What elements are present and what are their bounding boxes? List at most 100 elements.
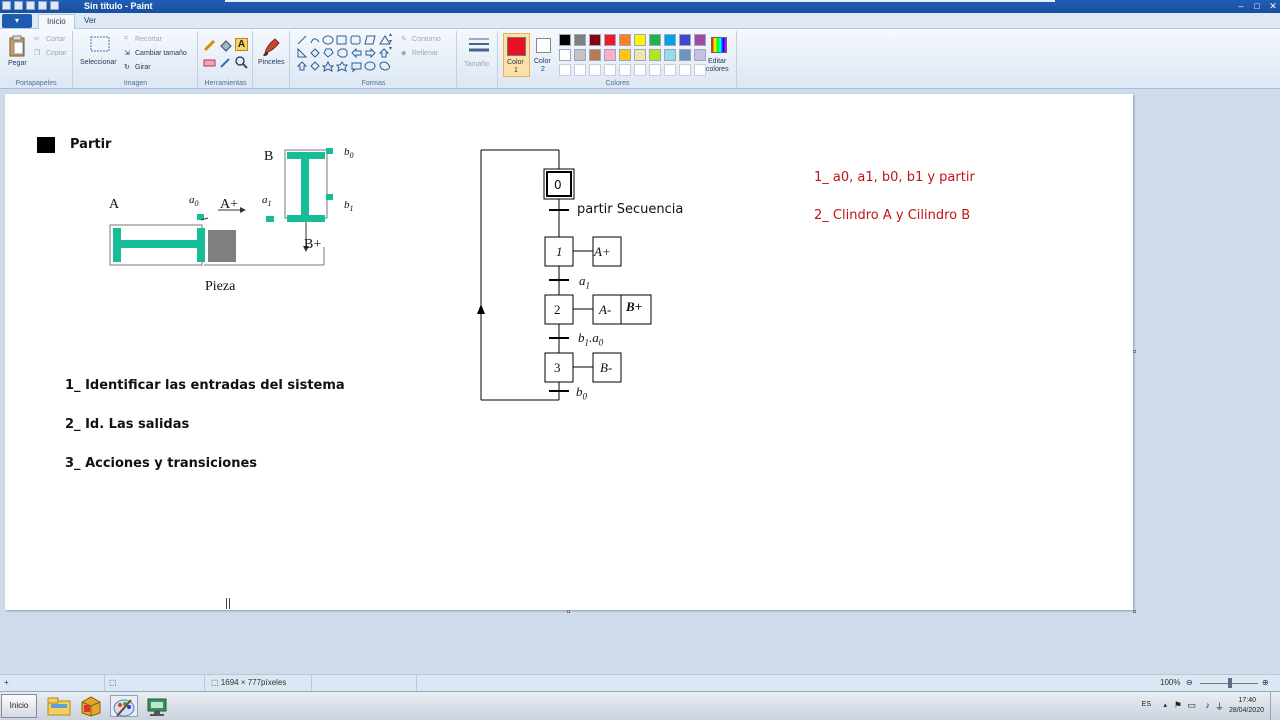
grafcet-action-3: B- xyxy=(600,360,613,375)
crop-button[interactable]: ⌗ Recortar xyxy=(124,35,194,46)
undo-icon[interactable] xyxy=(26,1,35,10)
grafcet-diagram xyxy=(477,149,652,401)
color-picker-icon[interactable] xyxy=(219,56,232,69)
label-a-plus: A+ xyxy=(220,197,239,212)
palette-swatch[interactable] xyxy=(589,49,601,61)
size-button[interactable]: Tamaño xyxy=(462,33,494,75)
file-explorer-icon[interactable] xyxy=(46,695,74,717)
cut-button[interactable]: ✂ Cortar xyxy=(34,35,72,46)
brushes-button[interactable]: Pinceles xyxy=(256,33,288,75)
shapes-scroll-icon[interactable]: ▴ ▾ ▾ xyxy=(389,31,395,52)
maximize-icon[interactable]: □ xyxy=(1252,1,1262,11)
label-a1: a1 xyxy=(262,194,272,209)
package-app-icon[interactable] xyxy=(78,695,106,717)
zoom-out-icon[interactable]: ⊖ xyxy=(1186,675,1193,691)
label-b0: b0 xyxy=(344,146,354,161)
ribbon-tabs: ▾ Inicio Ver xyxy=(0,13,1280,29)
palette-swatch[interactable] xyxy=(634,49,646,61)
grafcet-step-2: 2 xyxy=(554,302,561,317)
palette-swatch[interactable] xyxy=(664,34,676,46)
display-icon[interactable]: ▭ xyxy=(1187,700,1196,711)
palette-swatch[interactable] xyxy=(574,49,586,61)
palette-swatch[interactable] xyxy=(574,64,586,76)
minimize-icon[interactable]: – xyxy=(1236,1,1246,11)
save-icon[interactable] xyxy=(14,1,23,10)
palette-swatch[interactable] xyxy=(649,34,661,46)
paste-label: Pegar xyxy=(8,60,27,67)
palette-swatch[interactable] xyxy=(634,64,646,76)
palette-swatch[interactable] xyxy=(604,64,616,76)
select-icon xyxy=(90,36,110,52)
show-desktop-button[interactable] xyxy=(1270,692,1280,720)
zoom-in-icon[interactable]: ⊕ xyxy=(1262,675,1269,691)
palette-swatch[interactable] xyxy=(634,34,646,46)
start-button[interactable]: Inicio xyxy=(1,694,37,718)
palette-swatch[interactable] xyxy=(679,34,691,46)
palette-swatch[interactable] xyxy=(619,34,631,46)
select-button[interactable]: Seleccionar xyxy=(78,33,118,75)
network-icon[interactable]: ⚑ xyxy=(1174,700,1182,711)
zoom-slider-thumb[interactable] xyxy=(1228,678,1232,688)
language-indicator[interactable]: ES xyxy=(1142,701,1151,708)
step-item-3: 3_ Acciones y transiciones xyxy=(65,456,258,471)
fill-button[interactable]: ◆ Rellenar xyxy=(401,49,457,60)
edit-colors-button[interactable]: Editar colores xyxy=(703,33,735,77)
palette-swatch[interactable] xyxy=(559,49,571,61)
tray-expand-icon[interactable]: ▴ xyxy=(1163,701,1167,709)
label-b1: b1 xyxy=(344,199,354,214)
palette-swatch[interactable] xyxy=(559,34,571,46)
rotate-button[interactable]: ↻ Girar xyxy=(124,63,184,74)
eraser-icon[interactable] xyxy=(203,56,216,69)
tab-ver[interactable]: Ver xyxy=(76,14,104,29)
canvas-size-text: 1694 × 777píxeles xyxy=(220,678,287,687)
color-spectrum-icon xyxy=(711,37,727,53)
palette-swatch[interactable] xyxy=(604,49,616,61)
palette-swatch[interactable] xyxy=(664,49,676,61)
tab-inicio[interactable]: Inicio xyxy=(38,14,75,29)
network-app-icon[interactable] xyxy=(144,695,172,717)
copy-button[interactable]: ❐ Copiar xyxy=(34,49,72,60)
resize-handle-bottom[interactable] xyxy=(567,610,570,613)
usb-icon[interactable]: ⏚ xyxy=(1215,700,1224,713)
palette-swatch[interactable] xyxy=(649,49,661,61)
palette-swatch[interactable] xyxy=(574,34,586,46)
palette-swatch[interactable] xyxy=(589,64,601,76)
palette-swatch[interactable] xyxy=(649,64,661,76)
resize-handle-right[interactable] xyxy=(1133,350,1136,353)
pencil-icon[interactable] xyxy=(203,39,216,52)
paint-app-icon[interactable] xyxy=(2,1,11,10)
color2-button[interactable]: Color 2 xyxy=(532,33,556,77)
palette-swatch[interactable] xyxy=(559,64,571,76)
paste-button[interactable]: Pegar xyxy=(4,33,32,73)
group-tamano: Tamaño xyxy=(458,31,498,88)
volume-icon[interactable]: ♪ xyxy=(1206,700,1211,710)
magnifier-icon[interactable] xyxy=(235,56,248,69)
palette-swatch[interactable] xyxy=(619,49,631,61)
palette-swatch[interactable] xyxy=(679,49,691,61)
paint-menu-button[interactable]: ▾ xyxy=(2,14,32,28)
redo-icon[interactable] xyxy=(38,1,47,10)
palette-swatch[interactable] xyxy=(664,64,676,76)
palette-swatch[interactable] xyxy=(604,34,616,46)
resize-handle-corner[interactable] xyxy=(1133,610,1136,613)
close-icon[interactable]: ✕ xyxy=(1268,1,1278,11)
fill-bucket-icon[interactable] xyxy=(219,39,232,52)
clock-time[interactable]: 17:40 xyxy=(1238,697,1256,704)
customize-toolbar-icon[interactable] xyxy=(50,1,59,10)
color1-button[interactable]: Color 1 xyxy=(503,33,530,77)
label-a0: a0 xyxy=(189,194,199,209)
black-square xyxy=(37,137,55,153)
paint-taskbar-icon[interactable] xyxy=(110,695,138,717)
label-cylinder-a: A xyxy=(109,197,120,212)
palette-swatch[interactable] xyxy=(589,34,601,46)
note-2: 2_ Clindro A y Cilindro B xyxy=(814,208,971,223)
drawing-canvas[interactable]: Partir A B a0 a1 b0 b1 A+ B+ Pieza 1_ Id… xyxy=(5,94,1136,613)
resize-button[interactable]: ⇲ Cambiar tamaño xyxy=(124,49,196,60)
group-formas: ▴ ▾ ▾ ✎ Contorno ◆ Rellenar Formas xyxy=(291,31,457,88)
outline-button[interactable]: ✎ Contorno xyxy=(401,35,457,46)
palette-swatch[interactable] xyxy=(679,64,691,76)
palette-swatch[interactable] xyxy=(619,64,631,76)
text-tool-icon[interactable]: A xyxy=(235,38,248,51)
clock-date[interactable]: 28/04/2020 xyxy=(1229,707,1264,714)
shapes-gallery[interactable] xyxy=(295,34,393,74)
